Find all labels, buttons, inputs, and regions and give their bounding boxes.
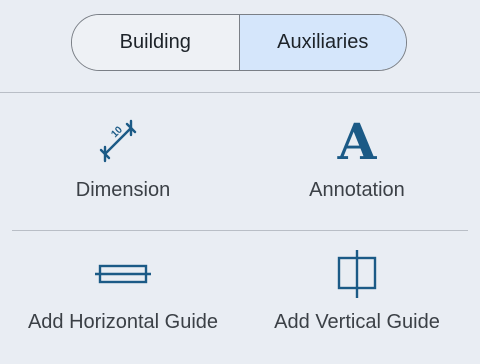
add-vertical-guide-label: Add Vertical Guide bbox=[274, 311, 440, 333]
annotation-icon: A bbox=[337, 112, 377, 171]
annotation-tool[interactable]: A Annotation bbox=[297, 111, 417, 202]
add-horizontal-guide-tool[interactable]: Add Horizontal Guide bbox=[13, 243, 233, 334]
add-horizontal-guide-label: Add Horizontal Guide bbox=[27, 311, 219, 333]
tab-building[interactable]: Building bbox=[72, 15, 240, 70]
annotation-label: Annotation bbox=[309, 179, 405, 201]
dimension-icon: 10 bbox=[93, 111, 153, 173]
tab-auxiliaries[interactable]: Auxiliaries bbox=[239, 15, 406, 70]
dimension-label: Dimension bbox=[75, 179, 171, 201]
dimension-tool[interactable]: 10 Dimension bbox=[63, 111, 183, 202]
vertical-guide-icon bbox=[327, 243, 387, 305]
tab-switcher: Building Auxiliaries bbox=[71, 14, 407, 71]
section-divider bbox=[12, 230, 468, 231]
top-divider bbox=[0, 92, 480, 93]
horizontal-guide-icon bbox=[93, 243, 153, 305]
add-vertical-guide-tool[interactable]: Add Vertical Guide bbox=[247, 243, 467, 334]
